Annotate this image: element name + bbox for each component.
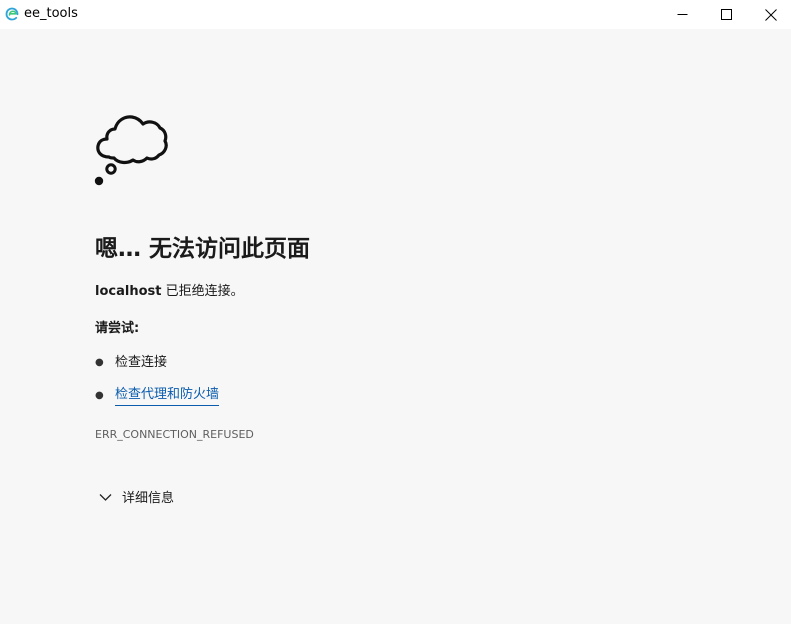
error-code: ERR_CONNECTION_REFUSED: [95, 428, 254, 441]
close-button[interactable]: [748, 0, 791, 29]
title-bar[interactable]: ee_tools: [0, 0, 791, 29]
close-icon: [765, 8, 777, 21]
error-message: localhost 已拒绝连接。: [95, 283, 244, 301]
suggestion-item: ● 检查代理和防火墙: [95, 386, 220, 406]
maximize-button[interactable]: [703, 0, 749, 29]
minimize-button[interactable]: [659, 0, 705, 29]
details-label: 详细信息: [122, 491, 175, 506]
details-button[interactable]: 详细信息: [95, 489, 174, 509]
window-title: ee_tools: [24, 6, 78, 21]
page-title: 嗯… 无法访问此页面: [95, 236, 311, 262]
maximize-icon: [720, 9, 732, 20]
bullet-icon: ●: [95, 357, 104, 368]
suggestion-check-connection: 检查连接: [115, 355, 168, 370]
error-message-suffix: 已拒绝连接。: [161, 284, 244, 299]
bullet-icon: ●: [95, 390, 104, 401]
minimize-icon: [677, 9, 688, 20]
try-label: 请尝试:: [95, 321, 140, 336]
chevron-down-icon: [95, 490, 122, 508]
thought-cloud-icon: [93, 111, 169, 187]
app-window: ee_tools 嗯… 无法访问此页面 localhost 已拒绝连接。 请尝试…: [0, 0, 791, 624]
host-name: localhost: [95, 284, 162, 299]
error-page: 嗯… 无法访问此页面 localhost 已拒绝连接。 请尝试: ● 检查连接 …: [0, 29, 791, 624]
check-proxy-firewall-link[interactable]: 检查代理和防火墙: [115, 386, 220, 406]
suggestion-item: ● 检查连接: [95, 354, 167, 372]
edge-webview-icon: [5, 6, 19, 21]
